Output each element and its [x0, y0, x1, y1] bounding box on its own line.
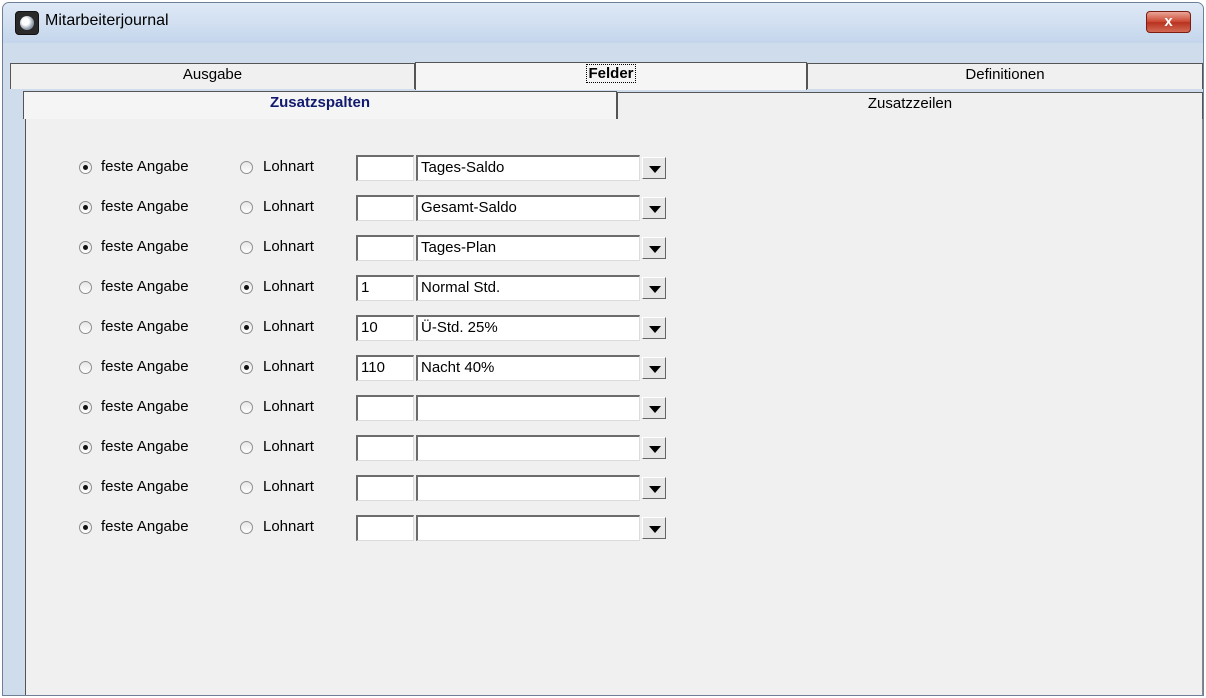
column-select[interactable]: Gesamt-Saldo — [416, 195, 640, 221]
tab-zusatzspalten[interactable]: Zusatzspalten — [23, 91, 617, 119]
lohnart-code-input[interactable]: 1 — [356, 275, 414, 301]
column-select[interactable]: Ü-Std. 25% — [416, 315, 640, 341]
column-select[interactable] — [416, 515, 640, 541]
lohnart-label: Lohnart — [263, 238, 314, 255]
close-icon: x — [1164, 13, 1173, 30]
feste-angabe-radio[interactable] — [79, 281, 92, 294]
column-select[interactable]: Tages-Plan — [416, 235, 640, 261]
app-icon — [15, 11, 39, 35]
feste-angabe-label: feste Angabe — [101, 478, 189, 495]
lohnart-code-input[interactable]: 110 — [356, 355, 414, 381]
window: Mitarbeiterjournal x Ausgabe Felder Defi… — [2, 2, 1204, 696]
lohnart-radio[interactable] — [240, 481, 253, 494]
lohnart-label: Lohnart — [263, 158, 314, 175]
tab-label: Felder — [586, 64, 636, 83]
lohnart-radio[interactable] — [240, 321, 253, 334]
dropdown-arrow-icon[interactable] — [642, 237, 666, 259]
close-button[interactable]: x — [1146, 11, 1191, 33]
tab-label: Zusatzzeilen — [867, 95, 953, 112]
lohnart-radio[interactable] — [240, 401, 253, 414]
column-select[interactable]: Tages-Saldo — [416, 155, 640, 181]
tab-label: Definitionen — [965, 66, 1045, 83]
feste-angabe-radio[interactable] — [79, 161, 92, 174]
lohnart-radio[interactable] — [240, 441, 253, 454]
tab-label: Zusatzspalten — [269, 94, 371, 111]
feste-angabe-radio[interactable] — [79, 241, 92, 254]
lohnart-radio[interactable] — [240, 201, 253, 214]
feste-angabe-radio[interactable] — [79, 201, 92, 214]
zusatzspalten-panel: feste Angabe Lohnart Tages-Saldo feste Anga… — [25, 119, 1203, 695]
feste-angabe-label: feste Angabe — [101, 358, 189, 375]
feste-angabe-radio[interactable] — [79, 521, 92, 534]
dropdown-arrow-icon[interactable] — [642, 397, 666, 419]
lohnart-code-input[interactable] — [356, 475, 414, 501]
lohnart-code-input[interactable] — [356, 195, 414, 221]
feste-angabe-label: feste Angabe — [101, 278, 189, 295]
lohnart-label: Lohnart — [263, 518, 314, 535]
feste-angabe-radio[interactable] — [79, 481, 92, 494]
tab-felder[interactable]: Felder — [415, 62, 807, 90]
column-select[interactable] — [416, 475, 640, 501]
dropdown-arrow-icon[interactable] — [642, 317, 666, 339]
tab-definitionen[interactable]: Definitionen — [807, 63, 1203, 89]
lohnart-code-input[interactable] — [356, 435, 414, 461]
lohnart-label: Lohnart — [263, 438, 314, 455]
lohnart-radio[interactable] — [240, 281, 253, 294]
lohnart-radio[interactable] — [240, 161, 253, 174]
lohnart-code-input[interactable] — [356, 155, 414, 181]
lohnart-radio[interactable] — [240, 361, 253, 374]
tab-zusatzzeilen[interactable]: Zusatzzeilen — [617, 92, 1203, 119]
dropdown-arrow-icon[interactable] — [642, 437, 666, 459]
dropdown-arrow-icon[interactable] — [642, 357, 666, 379]
title-bar: Mitarbeiterjournal x — [3, 3, 1203, 43]
dropdown-arrow-icon[interactable] — [642, 277, 666, 299]
window-title: Mitarbeiterjournal — [45, 12, 169, 29]
feste-angabe-label: feste Angabe — [101, 438, 189, 455]
feste-angabe-label: feste Angabe — [101, 318, 189, 335]
tab-label: Ausgabe — [182, 66, 243, 83]
dropdown-arrow-icon[interactable] — [642, 477, 666, 499]
lohnart-label: Lohnart — [263, 198, 314, 215]
feste-angabe-label: feste Angabe — [101, 158, 189, 175]
lohnart-code-input[interactable]: 10 — [356, 315, 414, 341]
column-select[interactable]: Normal Std. — [416, 275, 640, 301]
lohnart-radio[interactable] — [240, 521, 253, 534]
feste-angabe-label: feste Angabe — [101, 518, 189, 535]
feste-angabe-label: feste Angabe — [101, 398, 189, 415]
feste-angabe-radio[interactable] — [79, 321, 92, 334]
feste-angabe-label: feste Angabe — [101, 238, 189, 255]
lohnart-radio[interactable] — [240, 241, 253, 254]
dropdown-arrow-icon[interactable] — [642, 157, 666, 179]
lohnart-label: Lohnart — [263, 318, 314, 335]
lohnart-code-input[interactable] — [356, 395, 414, 421]
feste-angabe-radio[interactable] — [79, 441, 92, 454]
lohnart-label: Lohnart — [263, 398, 314, 415]
dropdown-arrow-icon[interactable] — [642, 197, 666, 219]
lohnart-label: Lohnart — [263, 478, 314, 495]
tab-ausgabe[interactable]: Ausgabe — [10, 63, 415, 89]
lohnart-label: Lohnart — [263, 278, 314, 295]
lohnart-code-input[interactable] — [356, 235, 414, 261]
column-select[interactable] — [416, 435, 640, 461]
feste-angabe-label: feste Angabe — [101, 198, 189, 215]
lohnart-code-input[interactable] — [356, 515, 414, 541]
feste-angabe-radio[interactable] — [79, 361, 92, 374]
column-select[interactable] — [416, 395, 640, 421]
lohnart-label: Lohnart — [263, 358, 314, 375]
feste-angabe-radio[interactable] — [79, 401, 92, 414]
column-select[interactable]: Nacht 40% — [416, 355, 640, 381]
dropdown-arrow-icon[interactable] — [642, 517, 666, 539]
